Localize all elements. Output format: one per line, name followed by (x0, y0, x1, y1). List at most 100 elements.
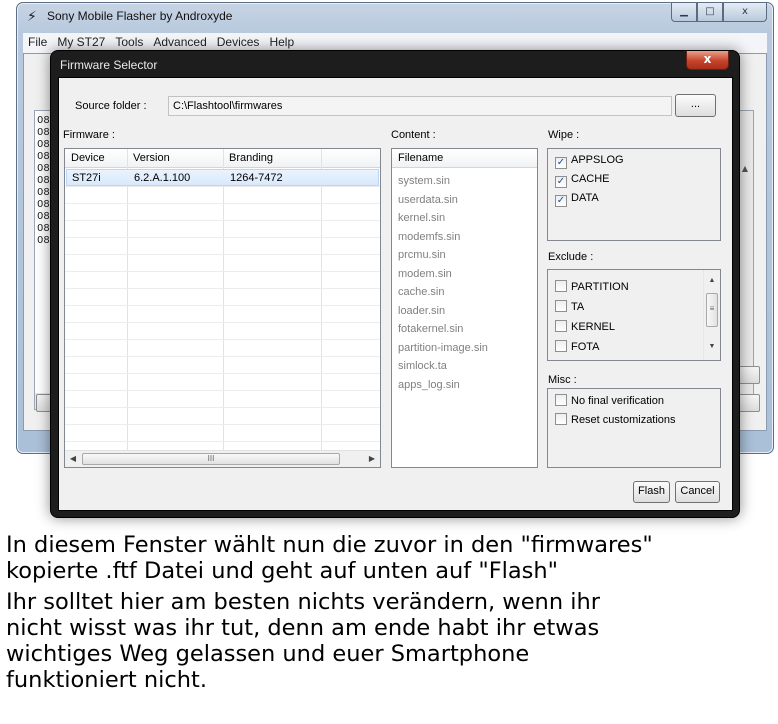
list-item[interactable]: modem.sin (398, 268, 452, 280)
column-divider (321, 149, 322, 450)
flash-button[interactable]: Flash (633, 481, 670, 503)
content-list: Filename system.sin userdata.sin kernel.si… (391, 148, 538, 468)
checkbox[interactable] (555, 280, 567, 292)
checkbox-row[interactable]: Reset customizations (555, 413, 676, 429)
checkbox-label: Reset customizations (571, 414, 676, 426)
checkbox-checked[interactable]: ✓ (555, 176, 567, 188)
caption-line: nicht wisst was ihr tut, denn am ende ha… (6, 615, 600, 641)
exclude-vertical-scrollbar[interactable]: ▲ ≡ ▼ (703, 270, 720, 360)
caption-line: In diesem Fenster wählt nun die zuvor in… (6, 532, 653, 558)
list-item[interactable]: userdata.sin (398, 194, 458, 206)
browse-button[interactable]: ... (675, 94, 716, 117)
checkbox[interactable] (555, 340, 567, 352)
cell-version: 6.2.A.1.100 (134, 172, 191, 184)
list-item[interactable]: apps_log.sin (398, 379, 460, 391)
dialog-client-area: Source folder : C:\Flashtool\firmwares .… (58, 77, 733, 511)
firmware-label: Firmware : (63, 129, 115, 141)
scroll-up-icon[interactable]: ▲ (704, 274, 720, 288)
list-item[interactable]: modemfs.sin (398, 231, 460, 243)
checkbox-row[interactable]: ✓ CACHE (555, 173, 610, 189)
row-divider (65, 220, 380, 221)
column-header-version[interactable]: Version (133, 152, 170, 164)
wipe-group: ✓ APPSLOG ✓ CACHE ✓ DATA (547, 148, 721, 241)
wipe-label: Wipe : (548, 129, 580, 141)
row-divider (65, 254, 380, 255)
checkbox-label: DATA (571, 192, 599, 204)
main-window-title: Sony Mobile Flasher by Androxyde (47, 9, 233, 23)
close-button[interactable]: x (723, 3, 767, 22)
scroll-thumb[interactable]: ≡ (706, 293, 718, 327)
content-label: Content : (391, 129, 436, 141)
menu-item[interactable]: Help (264, 33, 299, 49)
menu-item[interactable]: File (23, 33, 52, 49)
caption-paragraph-2: Ihr solltet hier am besten nichts veränd… (6, 589, 600, 693)
firmware-table: Device Version Branding ST27i 6.2.A.1.10… (64, 148, 381, 468)
exclude-label: Exclude : (548, 251, 594, 263)
list-item[interactable]: loader.sin (398, 305, 445, 317)
list-item[interactable]: partition-image.sin (398, 342, 488, 354)
misc-group: No final verification Reset customization… (547, 388, 721, 468)
menu-item[interactable]: My ST27 (52, 33, 110, 49)
row-divider (65, 237, 380, 238)
caption-line: kopierte .ftf Datei und geht auf unten a… (6, 558, 559, 584)
row-divider (65, 441, 380, 442)
main-titlebar: ⚡ Sony Mobile Flasher by Androxyde ▁ □ x (17, 3, 773, 31)
checkbox-checked[interactable]: ✓ (555, 157, 567, 169)
dialog-close-button[interactable]: x (686, 51, 729, 70)
menu-item[interactable]: Devices (212, 33, 265, 49)
cancel-button[interactable]: Cancel (675, 481, 720, 503)
checkbox[interactable] (555, 360, 567, 361)
checkbox-label: CACHE (571, 173, 610, 185)
checkbox-row[interactable]: ✓ DATA (555, 192, 599, 208)
dialog-title: Firmware Selector (60, 58, 158, 72)
scroll-down-icon[interactable]: ▼ (704, 340, 720, 354)
list-item[interactable]: cache.sin (398, 286, 444, 298)
checkbox-row[interactable]: FOTA (555, 340, 600, 356)
scroll-right-icon[interactable]: ▶ (364, 451, 380, 467)
source-folder-input[interactable]: C:\Flashtool\firmwares (168, 96, 672, 116)
column-divider (127, 149, 128, 450)
content-list-header: Filename (392, 149, 537, 168)
column-header-filename[interactable]: Filename (398, 152, 443, 164)
list-item[interactable]: kernel.sin (398, 212, 445, 224)
checkbox-row[interactable]: No final verification (555, 394, 664, 410)
row-divider (65, 203, 380, 204)
menu-item[interactable]: Advanced (148, 33, 211, 49)
checkbox[interactable] (555, 320, 567, 332)
column-header-branding[interactable]: Branding (229, 152, 273, 164)
list-item[interactable]: system.sin (398, 175, 450, 187)
scroll-left-icon[interactable]: ◀ (65, 451, 81, 467)
minimize-button[interactable]: ▁ (671, 3, 697, 22)
row-divider (65, 356, 380, 357)
row-divider (65, 305, 380, 306)
checkbox[interactable] (555, 413, 567, 425)
checkbox-label: KERNEL (571, 321, 616, 333)
checkbox-row[interactable]: ✓ APPSLOG (555, 154, 624, 170)
row-divider (65, 186, 380, 187)
caption-line: funktioniert nicht. (6, 667, 208, 693)
checkbox-row[interactable]: TA (555, 300, 584, 316)
scroll-thumb[interactable]: III (82, 453, 340, 465)
checkbox[interactable] (555, 394, 567, 406)
list-item[interactable]: prcmu.sin (398, 249, 446, 261)
cell-device: ST27i (72, 172, 101, 184)
cell-branding: 1264-7472 (230, 172, 283, 184)
checkbox-row[interactable]: BASEBAND (555, 360, 631, 361)
checkbox[interactable] (555, 300, 567, 312)
checkbox-label: FOTA (571, 341, 600, 353)
column-divider (223, 149, 224, 450)
firmware-horizontal-scrollbar[interactable]: ◀ III ▶ (65, 450, 380, 467)
checkbox-row[interactable]: PARTITION (555, 280, 629, 296)
menu-item[interactable]: Tools (110, 33, 148, 49)
caption-line: wichtiges Weg gelassen und euer Smartpho… (6, 641, 530, 667)
list-item[interactable]: fotakernel.sin (398, 323, 463, 335)
maximize-button[interactable]: □ (697, 3, 723, 22)
row-divider (65, 322, 380, 323)
row-divider (65, 424, 380, 425)
table-row[interactable]: ST27i 6.2.A.1.100 1264-7472 (66, 169, 379, 186)
checkbox-checked[interactable]: ✓ (555, 195, 567, 207)
list-item[interactable]: simlock.ta (398, 360, 447, 372)
column-header-device[interactable]: Device (71, 152, 105, 164)
firmware-selector-dialog: Firmware Selector x Source folder : C:\F… (50, 50, 740, 518)
checkbox-row[interactable]: KERNEL (555, 320, 615, 336)
